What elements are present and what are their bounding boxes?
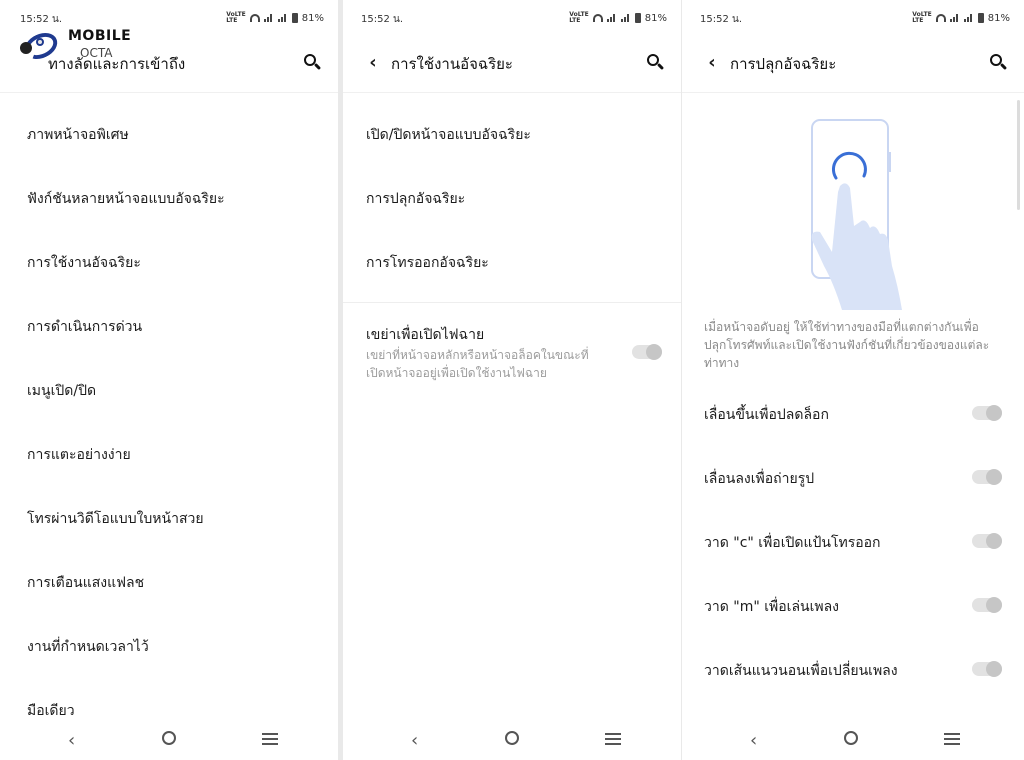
row-description: เขย่าที่หน้าจอหลักหรือหน้าจอล็อคในขณะที่… — [366, 348, 589, 380]
navigation-bar: ‹ — [0, 726, 338, 751]
feature-description: เมื่อหน้าจอดับอยู่ ให้ใช้ท่าทางของมือที่… — [704, 320, 990, 370]
nav-home-icon[interactable] — [505, 731, 519, 745]
list-item[interactable]: ภาพหน้าจอพิเศษ — [27, 124, 129, 146]
status-bar: 15:52 น. VoLTE LTE 81% — [361, 12, 667, 26]
nav-home-icon[interactable] — [162, 731, 176, 745]
toggle-switch[interactable] — [972, 597, 1002, 613]
row-label: เลื่อนลงเพื่อถ่ายรูป — [704, 471, 815, 487]
signal-icon — [277, 14, 288, 22]
list-item[interactable]: งานที่กำหนดเวลาไว้ — [27, 636, 149, 658]
navigation-bar: ‹ — [343, 726, 681, 751]
list-item[interactable]: ฟังก์ชันหลายหน้าจอแบบอัจฉริยะ — [27, 188, 225, 210]
gesture-illustration — [811, 119, 902, 310]
signal-icon — [949, 14, 960, 22]
navigation-bar: ‹ — [682, 726, 1024, 751]
search-icon[interactable] — [302, 52, 322, 72]
toggle-row[interactable]: วาด "m" เพื่อเล่นเพลง — [704, 596, 1002, 616]
nav-recents-icon[interactable] — [944, 733, 960, 745]
nav-home-icon[interactable] — [844, 731, 858, 745]
logo-mark-icon — [18, 27, 62, 65]
logo-text-mobile: MOBILE — [68, 28, 132, 44]
row-label: วาด "m" เพื่อเล่นเพลง — [704, 599, 840, 615]
signal-icon — [963, 14, 974, 22]
nav-back-icon[interactable]: ‹ — [411, 730, 418, 751]
chevron-left-icon[interactable]: ‹ — [702, 52, 722, 73]
toggle-switch[interactable] — [972, 469, 1002, 485]
wifi-icon — [249, 14, 260, 22]
toggle-row[interactable]: วาด "c" เพื่อเปิดแป้นโทรออก — [704, 532, 1002, 552]
header-divider — [682, 92, 1024, 93]
battery-percent: 81% — [301, 12, 324, 24]
battery-percent: 81% — [987, 12, 1010, 24]
search-icon[interactable] — [645, 52, 665, 72]
nav-recents-icon[interactable] — [262, 733, 278, 745]
signal-icon — [263, 14, 274, 22]
nav-recents-icon[interactable] — [605, 733, 621, 745]
list-item[interactable]: การโทรออกอัจฉริยะ — [366, 252, 489, 274]
signal-icon — [620, 14, 631, 22]
screen-smart-wake: 15:52 น. VoLTE LTE 81% ‹ การปลุกอัจฉริยะ … — [682, 0, 1024, 760]
status-icons: VoLTE LTE 81% — [569, 12, 667, 24]
status-time: 15:52 น. — [700, 14, 743, 25]
header-divider — [0, 92, 338, 93]
scrollbar[interactable] — [1017, 100, 1020, 210]
battery-icon — [291, 13, 298, 23]
list-item[interactable]: มือเดียว — [27, 700, 75, 722]
status-bar: 15:52 น. VoLTE LTE 81% — [700, 12, 1010, 26]
battery-percent: 81% — [644, 12, 667, 24]
shake-flashlight-row[interactable]: เขย่าเพื่อเปิดไฟฉาย เขย่าที่หน้าจอหลักหร… — [366, 324, 666, 384]
list-item[interactable]: การปลุกอัจฉริยะ — [366, 188, 465, 210]
watermark-logo: MOBILE OCTA — [18, 27, 138, 65]
row-label: วาดเส้นแนวนอนเพื่อเปลี่ยนเพลง — [704, 663, 898, 679]
screen-shortcuts-accessibility: 15:52 น. VoLTE LTE 81% ทางลัดและการเข้าถึ… — [0, 0, 338, 760]
toggle-row[interactable]: เลื่อนลงเพื่อถ่ายรูป — [704, 468, 1002, 488]
toggle-switch[interactable] — [632, 344, 662, 360]
search-icon[interactable] — [988, 52, 1008, 72]
toggle-switch[interactable] — [972, 405, 1002, 421]
list-item[interactable]: การแตะอย่างง่าย — [27, 444, 131, 466]
chevron-left-icon[interactable]: ‹ — [363, 52, 383, 73]
section-divider — [343, 302, 681, 303]
status-time: 15:52 น. — [361, 14, 404, 25]
list-item[interactable]: การใช้งานอัจฉริยะ — [27, 252, 141, 274]
status-icons: VoLTE LTE 81% — [912, 12, 1010, 24]
page-title: การใช้งานอัจฉริยะ — [391, 55, 513, 73]
volte-icon: VoLTE LTE — [912, 11, 932, 24]
volte-icon: VoLTE LTE — [569, 11, 589, 24]
row-label: เลื่อนขึ้นเพื่อปลดล็อก — [704, 407, 829, 423]
toggle-row[interactable]: วาดเส้นแนวนอนเพื่อเปลี่ยนเพลง — [704, 660, 1002, 680]
wifi-icon — [592, 14, 603, 22]
status-icons: VoLTE LTE 81% — [226, 12, 324, 24]
list-item[interactable]: โทรผ่านวิดีโอแบบใบหน้าสวย — [27, 508, 204, 530]
nav-back-icon[interactable]: ‹ — [750, 730, 757, 751]
toggle-row[interactable]: เลื่อนขึ้นเพื่อปลดล็อก — [704, 404, 1002, 424]
volte-icon: VoLTE LTE — [226, 11, 246, 24]
list-item[interactable]: เปิด/ปิดหน้าจอแบบอัจฉริยะ — [366, 124, 531, 146]
battery-icon — [977, 13, 984, 23]
header-divider — [343, 92, 681, 93]
list-item[interactable]: การเตือนแสงแฟลช — [27, 572, 144, 594]
row-label: วาด "c" เพื่อเปิดแป้นโทรออก — [704, 535, 881, 551]
screen-smart-motion: 15:52 น. VoLTE LTE 81% ‹ การใช้งานอัจฉริย… — [343, 0, 681, 760]
toggle-switch[interactable] — [972, 661, 1002, 677]
signal-icon — [606, 14, 617, 22]
wifi-icon — [935, 14, 946, 22]
row-label: เขย่าเพื่อเปิดไฟฉาย — [366, 327, 485, 343]
page-title: การปลุกอัจฉริยะ — [730, 55, 837, 73]
nav-back-icon[interactable]: ‹ — [68, 730, 75, 751]
list-item[interactable]: การดำเนินการด่วน — [27, 316, 142, 338]
status-bar: 15:52 น. VoLTE LTE 81% — [20, 12, 324, 26]
header: ‹ การใช้งานอัจฉริยะ — [343, 44, 681, 84]
status-time: 15:52 น. — [20, 14, 63, 25]
list-item[interactable]: เมนูเปิด/ปิด — [27, 380, 96, 402]
toggle-switch[interactable] — [972, 533, 1002, 549]
battery-icon — [634, 13, 641, 23]
logo-text-octa: OCTA — [80, 46, 113, 60]
header: ‹ การปลุกอัจฉริยะ — [682, 44, 1024, 84]
